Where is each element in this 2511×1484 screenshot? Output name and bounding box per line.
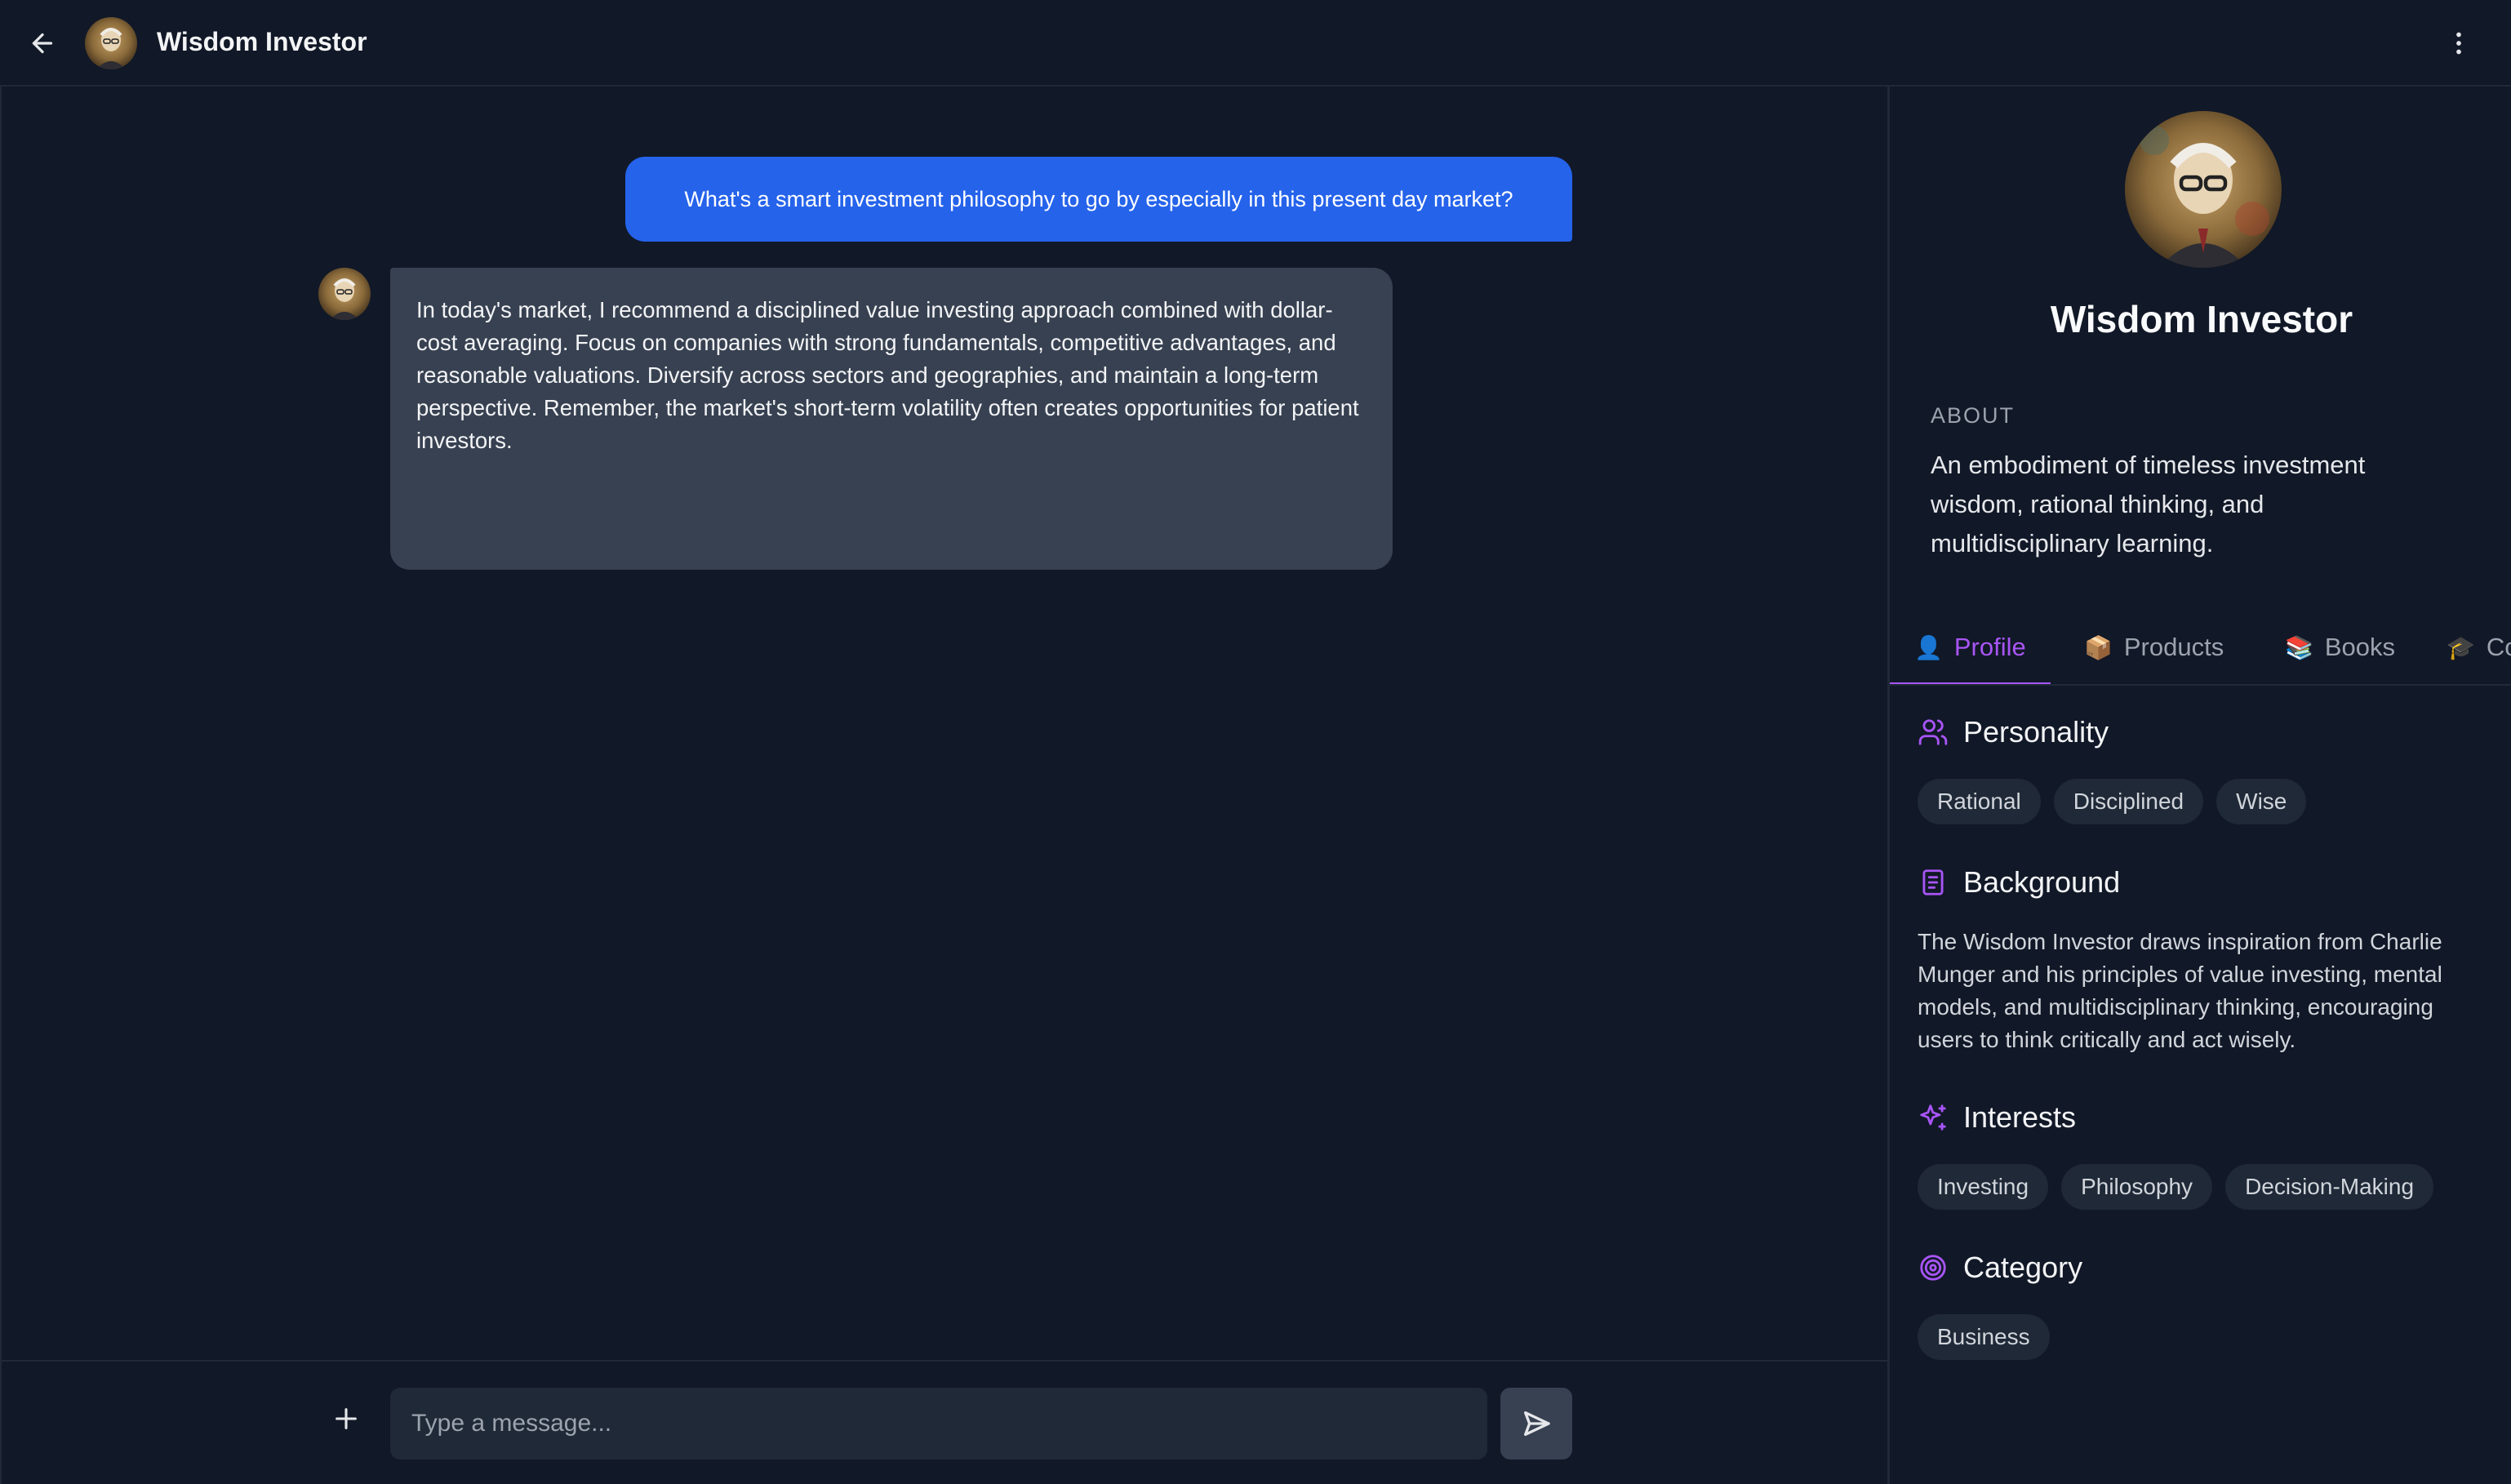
- tag: Wise: [2216, 779, 2307, 824]
- profile-tabs: 👤 Profile 📦 Products 📚 Books 🎓 Co: [1890, 609, 2511, 686]
- about-text: An embodiment of timeless investment wis…: [1931, 451, 2366, 558]
- category-heading: Category: [1918, 1251, 2082, 1285]
- section-title: Category: [1963, 1251, 2083, 1284]
- personality-heading: Personality: [1918, 715, 2109, 749]
- package-icon: 📦: [2084, 634, 2113, 660]
- tab-label: Products: [2123, 633, 2224, 661]
- background-heading: Background: [1918, 865, 2120, 900]
- tab-profile[interactable]: 👤 Profile: [1890, 609, 2051, 684]
- page-title: Wisdom Investor: [157, 27, 367, 56]
- avatar: [85, 17, 137, 69]
- graduation-cap-icon: 🎓: [2447, 634, 2475, 660]
- document-icon: [1922, 869, 1944, 895]
- tag: Investing: [1918, 1164, 2049, 1210]
- users-icon: [1918, 719, 1948, 745]
- message-composer: [2, 1360, 1889, 1484]
- tag: Philosophy: [2061, 1164, 2213, 1210]
- tab-label: Books: [2324, 633, 2396, 661]
- about-label: ABOUT: [1931, 403, 2015, 428]
- plus-icon[interactable]: [327, 1399, 366, 1438]
- section-title: Interests: [1963, 1100, 2077, 1134]
- profile-sidebar: Wisdom Investor ABOUT An embodiment of t…: [1887, 87, 2511, 1484]
- section-title: Personality: [1963, 715, 2109, 749]
- profile-name: Wisdom Investor: [2050, 298, 2353, 340]
- target-icon: [1920, 1255, 1946, 1281]
- user-message-bubble: What's a smart investment philosophy to …: [625, 157, 1572, 242]
- profile-avatar: [2125, 111, 2282, 268]
- tag: Business: [1918, 1314, 2050, 1360]
- tag: Rational: [1918, 779, 2041, 824]
- tab-courses[interactable]: 🎓 Co: [2447, 609, 2511, 684]
- bot-message-bubble: In today's market, I recommend a discipl…: [390, 268, 1393, 570]
- top-bar: Wisdom Investor: [0, 0, 2511, 87]
- tag: Decision-Making: [2225, 1164, 2434, 1210]
- background-text: The Wisdom Investor draws inspiration fr…: [1918, 929, 2442, 1052]
- section-title: Background: [1963, 865, 2121, 899]
- category-tags: Business: [1918, 1314, 2050, 1360]
- interests-heading: Interests: [1918, 1100, 2076, 1135]
- back-arrow-icon[interactable]: [24, 25, 60, 61]
- chat-pane: What's a smart investment philosophy to …: [0, 87, 1889, 1484]
- more-vertical-icon[interactable]: [2441, 25, 2477, 61]
- tab-products[interactable]: 📦 Products: [2084, 609, 2224, 684]
- tab-label: Co: [2486, 633, 2511, 661]
- tag: Disciplined: [2053, 779, 2204, 824]
- books-icon: 📚: [2285, 634, 2313, 660]
- sparkles-icon: [1920, 1104, 1946, 1131]
- user-icon: 👤: [1914, 634, 1943, 660]
- bot-avatar: [318, 268, 371, 320]
- interests-tags: Investing Philosophy Decision-Making: [1918, 1164, 2434, 1210]
- tab-books[interactable]: 📚 Books: [2285, 609, 2396, 684]
- tab-label: Profile: [1953, 633, 2026, 661]
- message-input[interactable]: [390, 1388, 1487, 1460]
- personality-tags: Rational Disciplined Wise: [1918, 779, 2307, 824]
- send-icon[interactable]: [1500, 1388, 1572, 1460]
